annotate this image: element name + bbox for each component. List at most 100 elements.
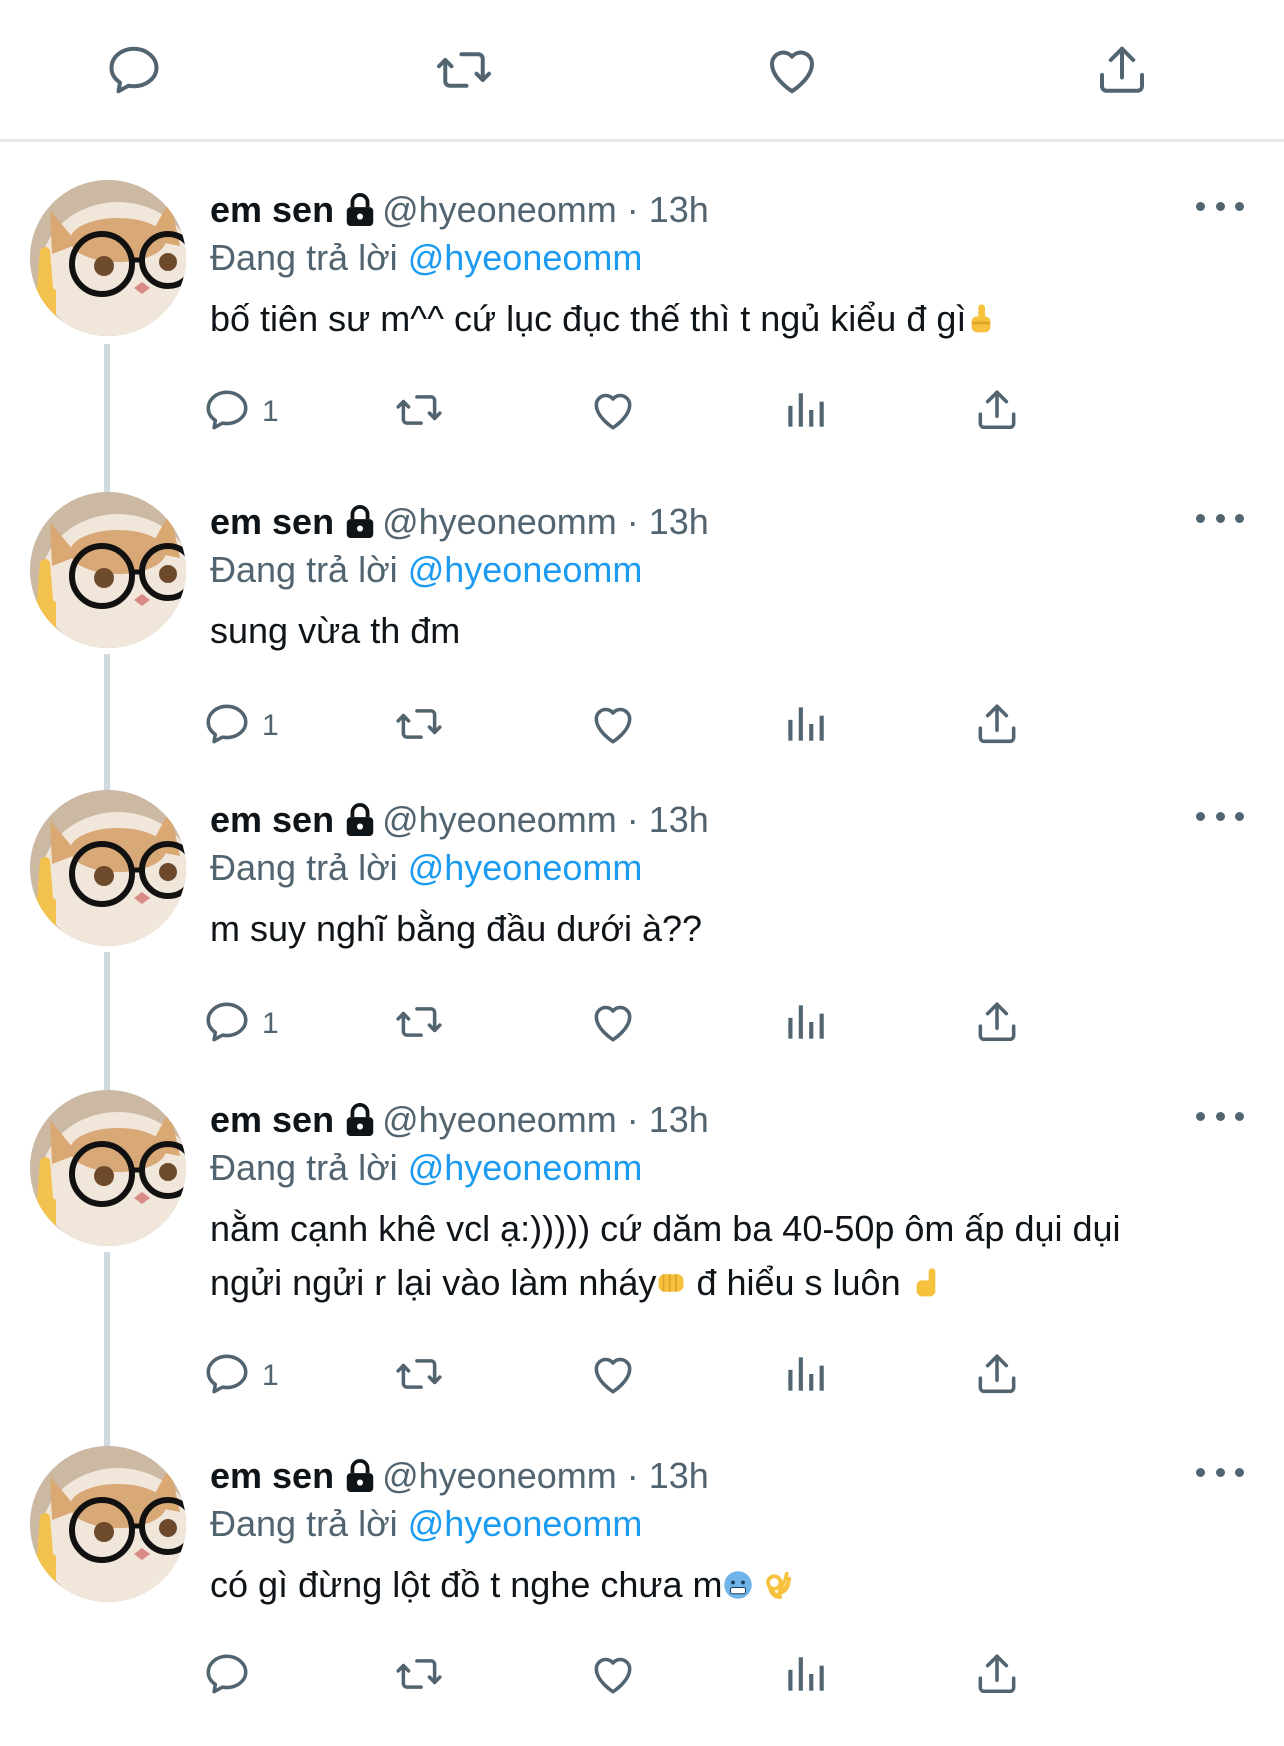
replying-to: Đang trả lời @hyeoneomm [210,846,642,890]
like-icon [588,1349,638,1404]
timestamp[interactable]: 13h [649,501,709,542]
display-name[interactable]: em sen [210,501,334,542]
retweet-button[interactable] [394,994,444,1054]
replying-mention[interactable]: @hyeoneomm [408,1503,643,1544]
avatar[interactable] [30,180,186,336]
views-icon [780,385,830,440]
views-icon [780,1349,830,1404]
share-icon [972,997,1022,1052]
tweet-body: nằm cạnh khê vcl ạ:))))) cứ dăm ba 40-50… [210,1202,1230,1310]
reply-icon [202,1349,252,1404]
thread-line [104,344,110,494]
share-button[interactable] [972,696,1022,756]
avatar[interactable] [30,1090,186,1246]
reply-count: 1 [262,1359,279,1392]
share-icon [972,385,1022,440]
thread-line [104,952,110,1098]
lock-icon [346,803,374,836]
reply-count: 1 [262,395,279,428]
like-button[interactable] [588,1646,638,1706]
tweet-body: m suy nghĩ bằng đầu dưới à?? [210,902,1230,956]
share-button[interactable] [972,1346,1022,1406]
timestamp[interactable]: 13h [649,1455,709,1496]
like-button[interactable] [588,1346,638,1406]
display-name[interactable]: em sen [210,1455,334,1496]
retweet-icon [394,385,444,440]
retweet-icon [394,997,444,1052]
views-button[interactable] [780,1346,830,1406]
share-icon[interactable] [1090,38,1154,102]
views-button[interactable] [780,1646,830,1706]
separator-dot: · [626,501,639,542]
reply-button[interactable]: 1 [202,382,279,442]
retweet-icon [394,1349,444,1404]
replying-label: Đang trả lời [210,847,398,888]
like-button[interactable] [588,382,638,442]
retweet-button[interactable] [394,382,444,442]
thread-line [104,654,110,798]
avatar[interactable] [30,790,186,946]
tweet-header: em sen @hyeoneomm · 13h [210,500,709,544]
like-icon [588,997,638,1052]
views-button[interactable] [780,994,830,1054]
display-name[interactable]: em sen [210,189,334,230]
reply-button[interactable]: 1 [202,696,279,756]
pinky-finger-emoji-icon [916,1268,935,1297]
tweet-body: bố tiên sư m^^ cứ lục đục thế thì t ngủ … [210,292,1230,346]
replying-label: Đang trả lời [210,549,398,590]
replying-mention[interactable]: @hyeoneomm [408,847,643,888]
replying-mention[interactable]: @hyeoneomm [408,1147,643,1188]
replying-to: Đang trả lời @hyeoneomm [210,1502,642,1546]
retweet-button[interactable] [394,1646,444,1706]
retweet-button[interactable] [394,1346,444,1406]
separator-dot: · [626,799,639,840]
username-handle[interactable]: @hyeoneomm [382,1455,617,1496]
like-icon [588,385,638,440]
avatar[interactable] [30,1446,186,1602]
tweet-body: sung vừa th đm [210,604,1230,658]
share-button[interactable] [972,1646,1022,1706]
avatar[interactable] [30,492,186,648]
views-icon [780,1649,830,1704]
timestamp[interactable]: 13h [649,189,709,230]
replying-to: Đang trả lời @hyeoneomm [210,1146,642,1190]
more-options-icon[interactable] [1196,1460,1244,1484]
display-name[interactable]: em sen [210,799,334,840]
reply-icon[interactable] [102,38,166,102]
lock-icon [346,1459,374,1492]
replying-label: Đang trả lời [210,1147,398,1188]
reply-button[interactable] [202,1646,262,1706]
reply-icon [202,699,252,754]
replying-mention[interactable]: @hyeoneomm [408,549,643,590]
timestamp[interactable]: 13h [649,799,709,840]
display-name[interactable]: em sen [210,1099,334,1140]
more-options-icon[interactable] [1196,1104,1244,1128]
share-button[interactable] [972,994,1022,1054]
retweet-icon[interactable] [432,38,496,102]
username-handle[interactable]: @hyeoneomm [382,189,617,230]
lock-icon [346,193,374,226]
more-options-icon[interactable] [1196,804,1244,828]
tweet-header: em sen @hyeoneomm · 13h [210,188,709,232]
views-button[interactable] [780,382,830,442]
like-button[interactable] [588,994,638,1054]
username-handle[interactable]: @hyeoneomm [382,501,617,542]
username-handle[interactable]: @hyeoneomm [382,799,617,840]
like-button[interactable] [588,696,638,756]
share-button[interactable] [972,382,1022,442]
more-options-icon[interactable] [1196,506,1244,530]
tweet-text: có gì đừng lột đồ t nghe chưa m [210,1564,723,1605]
like-icon[interactable] [760,38,824,102]
lock-icon [346,505,374,538]
parent-tweet-action-bar [0,0,1284,142]
reply-button[interactable]: 1 [202,994,279,1054]
username-handle[interactable]: @hyeoneomm [382,1099,617,1140]
more-options-icon[interactable] [1196,194,1244,218]
views-button[interactable] [780,696,830,756]
middle-finger-emoji-icon [972,304,991,333]
views-icon [780,997,830,1052]
reply-button[interactable]: 1 [202,1346,279,1406]
timestamp[interactable]: 13h [649,1099,709,1140]
retweet-button[interactable] [394,696,444,756]
replying-mention[interactable]: @hyeoneomm [408,237,643,278]
